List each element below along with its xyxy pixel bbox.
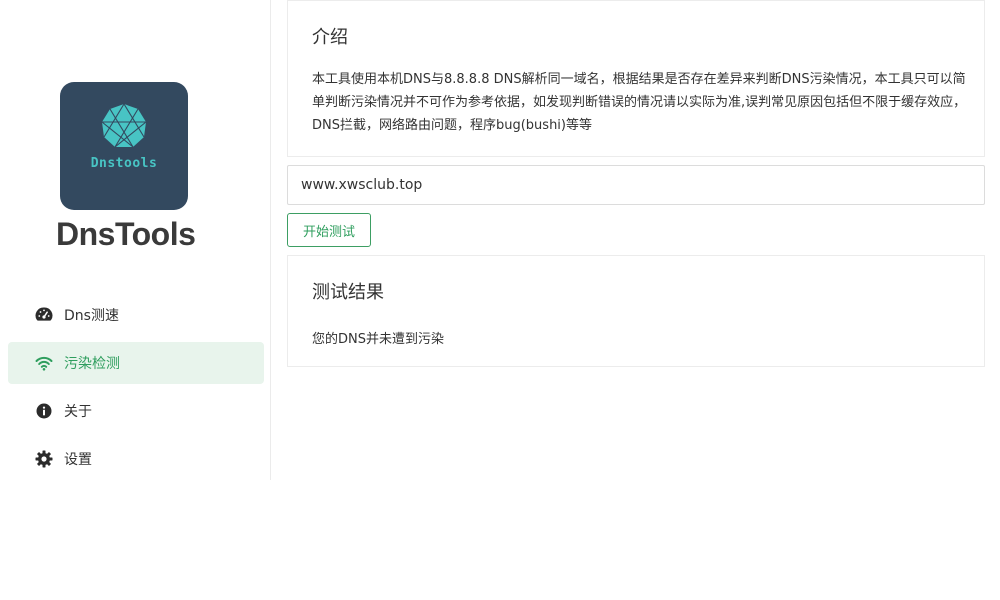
domain-input[interactable] [287, 165, 985, 205]
start-test-button[interactable]: 开始测试 [287, 213, 371, 247]
wifi-icon [34, 353, 54, 373]
gear-icon [34, 449, 54, 469]
app-window: Dnstools DnsTools Dns测速 污染检测 关于 设置 介绍 本工… [0, 0, 1000, 600]
sidebar: Dnstools DnsTools Dns测速 污染检测 关于 设置 [0, 0, 271, 480]
intro-card: 介绍 本工具使用本机DNS与8.8.8.8 DNS解析同一域名，根据结果是否存在… [287, 0, 985, 157]
sidebar-item-label: 污染检测 [64, 356, 120, 372]
intro-title: 介绍 [312, 27, 348, 48]
result-text: 您的DNS并未遭到污染 [312, 332, 444, 347]
result-card: 测试结果 您的DNS并未遭到污染 [287, 255, 985, 367]
info-icon [34, 401, 54, 421]
speedometer-icon [34, 305, 54, 325]
sidebar-item-about[interactable]: 关于 [8, 390, 264, 432]
sidebar-item-label: Dns测速 [64, 308, 119, 324]
sidebar-item-label: 关于 [64, 404, 92, 420]
result-title: 测试结果 [312, 282, 384, 303]
sidebar-item-label: 设置 [64, 452, 92, 468]
sidebar-item-pollution-check[interactable]: 污染检测 [8, 342, 264, 384]
intro-text: 本工具使用本机DNS与8.8.8.8 DNS解析同一域名，根据结果是否存在差异来… [312, 72, 967, 133]
sidebar-item-dns-speed[interactable]: Dns测速 [8, 294, 264, 336]
app-title: DnsTools [56, 216, 196, 252]
logo-text: Dnstools [90, 156, 158, 171]
app-logo: Dnstools [60, 82, 188, 210]
logo-polygon-icon [101, 103, 147, 148]
sidebar-item-settings[interactable]: 设置 [8, 438, 264, 480]
